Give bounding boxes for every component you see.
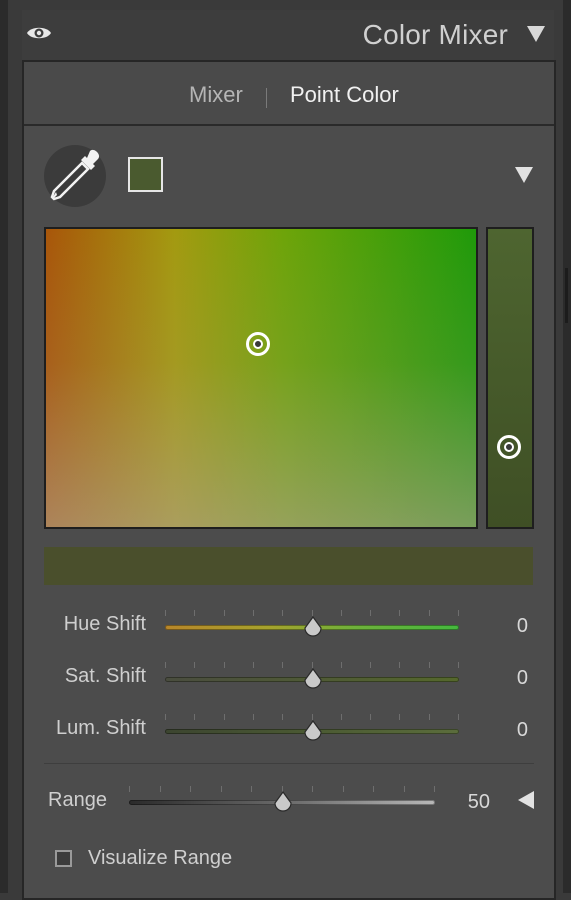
slider-tick [341, 714, 342, 720]
slider-tick [458, 714, 459, 720]
luminance-strip[interactable] [486, 227, 534, 529]
slider-tick [370, 662, 371, 668]
slider-tick [253, 610, 254, 616]
lum-shift-label: Lum. Shift [55, 717, 146, 739]
lum-shift-thumb[interactable] [302, 720, 324, 744]
slider-tick [399, 662, 400, 668]
sat-shift-label: Sat. Shift [64, 665, 146, 687]
slider-tick [129, 786, 130, 792]
section-divider [44, 763, 534, 764]
eyedropper-icon [50, 149, 100, 201]
hue-saturation-field[interactable] [44, 227, 478, 529]
tab-point-color[interactable]: Point Color [290, 82, 399, 108]
slider-tick [429, 610, 430, 616]
slider-tick [165, 610, 166, 616]
visualize-range-label[interactable]: Visualize Range [88, 847, 232, 870]
tab-mixer[interactable]: Mixer [189, 82, 243, 108]
slider-tick [370, 714, 371, 720]
triangle-down-icon[interactable] [526, 25, 546, 43]
panel-header[interactable]: Color Mixer [22, 10, 554, 60]
eye-icon[interactable] [26, 24, 52, 42]
sat-shift-value[interactable]: 0 [488, 667, 528, 690]
slider-tick [370, 610, 371, 616]
slider-tick [341, 662, 342, 668]
range-label: Range [48, 789, 107, 811]
slider-tick [282, 714, 283, 720]
color-target-handle[interactable] [246, 332, 270, 356]
slider-tick [194, 610, 195, 616]
slider-tick [221, 786, 222, 792]
slider-tick [194, 714, 195, 720]
sat-shift-thumb[interactable] [302, 668, 324, 692]
luminance-target-handle[interactable] [497, 435, 521, 459]
slider-tick [224, 610, 225, 616]
slider-tick [282, 662, 283, 668]
slider-tick [251, 786, 252, 792]
slider-tick [160, 786, 161, 792]
eyedropper-button[interactable] [44, 145, 106, 207]
panel-title: Color Mixer [362, 19, 508, 50]
lum-shift-value[interactable]: 0 [488, 719, 528, 742]
slider-tick [253, 662, 254, 668]
hue-shift-thumb[interactable] [302, 616, 324, 640]
slider-tick [253, 714, 254, 720]
slider-tick [404, 786, 405, 792]
slider-tick [399, 610, 400, 616]
sampled-color-swatch[interactable] [128, 157, 163, 192]
options-triangle-icon[interactable] [514, 166, 534, 184]
mode-tabs: Mixer Point Color [24, 62, 554, 126]
range-thumb[interactable] [272, 791, 294, 815]
hue-shift-value[interactable]: 0 [488, 615, 528, 638]
slider-tick [373, 786, 374, 792]
slider-tick [165, 662, 166, 668]
lum-shift-row: Lum. Shift 0 [0, 714, 571, 746]
slider-tick [458, 662, 459, 668]
right-panel-edge [563, 0, 571, 893]
scroll-marker[interactable] [565, 268, 568, 323]
triangle-left-icon[interactable] [516, 790, 536, 810]
slider-tick [429, 714, 430, 720]
color-preview-bar [44, 547, 533, 585]
visualize-range-checkbox[interactable] [55, 850, 72, 867]
hue-shift-label: Hue Shift [63, 613, 146, 635]
tab-separator [266, 88, 267, 108]
slider-tick [224, 662, 225, 668]
hue-shift-row: Hue Shift 0 [0, 610, 571, 642]
slider-tick [165, 714, 166, 720]
range-row: Range 50 [0, 786, 571, 818]
slider-tick [343, 786, 344, 792]
sat-shift-row: Sat. Shift 0 [0, 662, 571, 694]
slider-tick [282, 610, 283, 616]
slider-tick [399, 714, 400, 720]
slider-tick [190, 786, 191, 792]
slider-tick [429, 662, 430, 668]
slider-tick [434, 786, 435, 792]
slider-tick [224, 714, 225, 720]
slider-tick [312, 786, 313, 792]
slider-tick [458, 610, 459, 616]
range-value[interactable]: 50 [450, 791, 490, 814]
slider-tick [194, 662, 195, 668]
left-panel-edge [0, 0, 8, 893]
slider-tick [341, 610, 342, 616]
